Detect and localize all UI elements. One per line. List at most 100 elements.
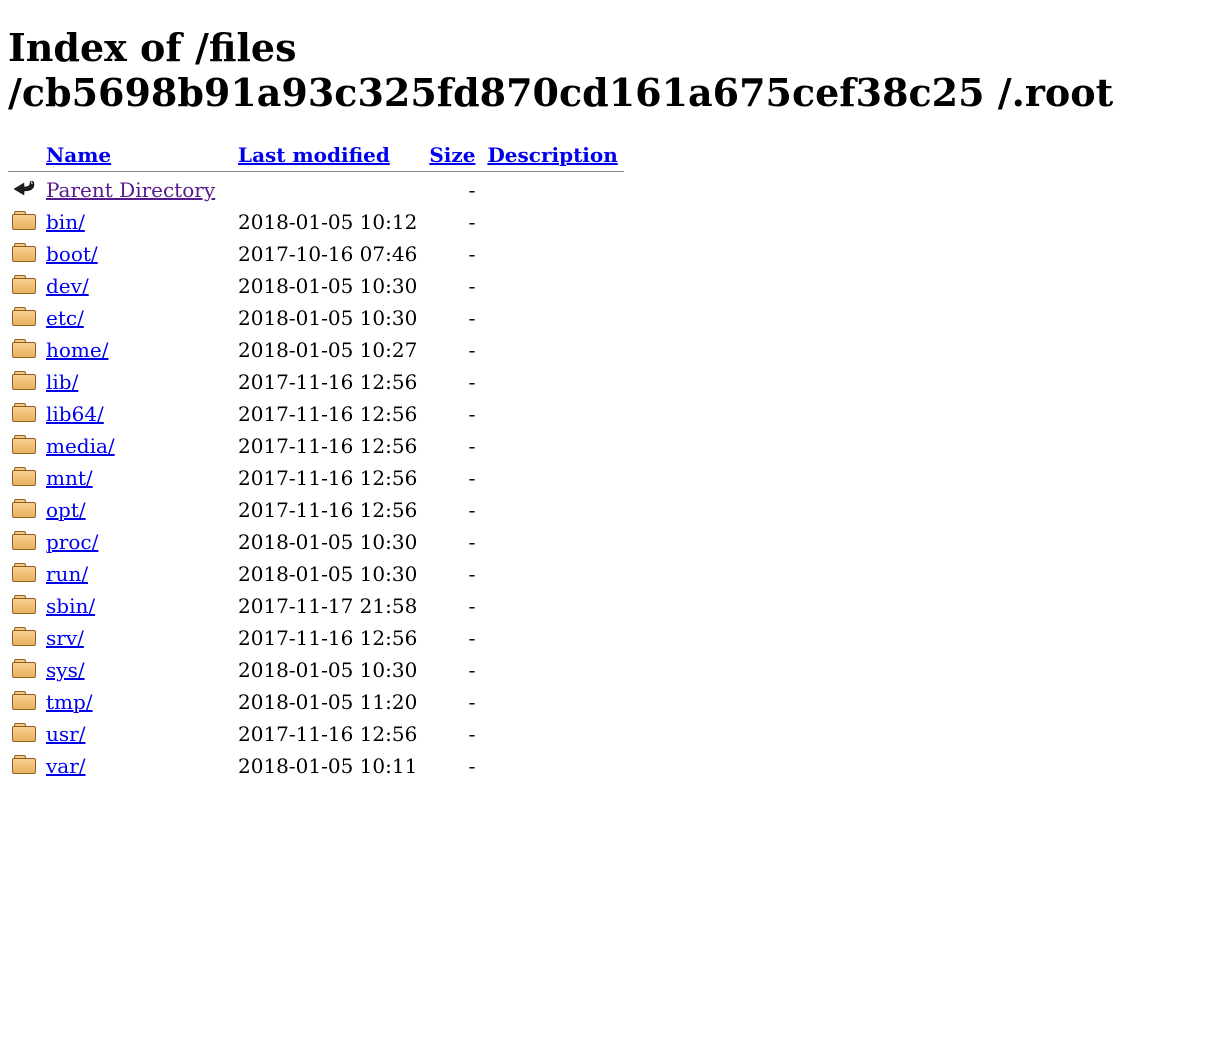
directory-link[interactable]: mnt/ <box>46 466 93 490</box>
directory-link[interactable]: var/ <box>46 754 86 778</box>
entry-icon-cell <box>8 654 40 686</box>
entry-icon-cell <box>8 206 40 238</box>
back-arrow-icon <box>12 177 36 197</box>
directory-link[interactable]: run/ <box>46 562 88 586</box>
entry-modified-cell: 2018-01-05 10:11 <box>232 750 423 782</box>
directory-link[interactable]: lib64/ <box>46 402 104 426</box>
entry-modified-cell: 2018-01-05 11:20 <box>232 686 423 718</box>
folder-icon <box>12 561 36 581</box>
entry-size-cell: - <box>423 558 481 590</box>
separator-line <box>8 171 624 172</box>
entry-modified-cell: 2017-11-17 21:58 <box>232 590 423 622</box>
directory-link[interactable]: srv/ <box>46 626 84 650</box>
entry-modified-cell: 2017-11-16 12:56 <box>232 622 423 654</box>
folder-icon <box>12 369 36 389</box>
directory-link[interactable]: tmp/ <box>46 690 93 714</box>
entry-modified-cell: 2017-11-16 12:56 <box>232 718 423 750</box>
entry-size-cell: - <box>423 526 481 558</box>
directory-link[interactable]: home/ <box>46 338 108 362</box>
entry-icon-cell <box>8 686 40 718</box>
directory-link[interactable]: usr/ <box>46 722 85 746</box>
entry-modified-cell: 2017-11-16 12:56 <box>232 462 423 494</box>
folder-icon <box>12 625 36 645</box>
table-row: sbin/2017-11-17 21:58- <box>8 590 624 622</box>
table-row: proc/2018-01-05 10:30- <box>8 526 624 558</box>
entry-desc-cell <box>481 302 623 334</box>
entry-desc-cell <box>481 686 623 718</box>
parent-size-cell: - <box>423 174 481 206</box>
entry-desc-cell <box>481 366 623 398</box>
directory-link[interactable]: bin/ <box>46 210 85 234</box>
folder-icon <box>12 465 36 485</box>
table-row: run/2018-01-05 10:30- <box>8 558 624 590</box>
entry-size-cell: - <box>423 366 481 398</box>
sort-by-name-link[interactable]: Name <box>46 143 111 167</box>
directory-listing-table: Name Last modified Size Description <box>8 141 624 782</box>
entry-modified-cell: 2018-01-05 10:30 <box>232 526 423 558</box>
entry-icon-cell <box>8 590 40 622</box>
entry-name-cell: run/ <box>40 558 232 590</box>
folder-icon <box>12 337 36 357</box>
table-row: media/2017-11-16 12:56- <box>8 430 624 462</box>
header-description: Description <box>481 141 623 169</box>
entry-name-cell: sbin/ <box>40 590 232 622</box>
sort-by-description-link[interactable]: Description <box>487 143 617 167</box>
entry-desc-cell <box>481 654 623 686</box>
entry-size-cell: - <box>423 302 481 334</box>
entry-modified-cell: 2018-01-05 10:27 <box>232 334 423 366</box>
parent-directory-link[interactable]: Parent Directory <box>46 178 215 202</box>
entry-desc-cell <box>481 398 623 430</box>
directory-link[interactable]: opt/ <box>46 498 86 522</box>
entry-icon-cell <box>8 398 40 430</box>
entry-size-cell: - <box>423 750 481 782</box>
directory-link[interactable]: lib/ <box>46 370 78 394</box>
directory-link[interactable]: sbin/ <box>46 594 95 618</box>
table-row: lib64/2017-11-16 12:56- <box>8 398 624 430</box>
folder-icon <box>12 753 36 773</box>
entry-name-cell: home/ <box>40 334 232 366</box>
table-row: lib/2017-11-16 12:56- <box>8 366 624 398</box>
directory-link[interactable]: media/ <box>46 434 115 458</box>
header-modified: Last modified <box>232 141 423 169</box>
directory-link[interactable]: etc/ <box>46 306 84 330</box>
parent-directory-row: Parent Directory - <box>8 174 624 206</box>
entry-name-cell: dev/ <box>40 270 232 302</box>
directory-link[interactable]: sys/ <box>46 658 85 682</box>
entry-icon-cell <box>8 622 40 654</box>
table-row: srv/2017-11-16 12:56- <box>8 622 624 654</box>
folder-icon <box>12 657 36 677</box>
entry-size-cell: - <box>423 494 481 526</box>
table-row: bin/2018-01-05 10:12- <box>8 206 624 238</box>
entry-name-cell: var/ <box>40 750 232 782</box>
entry-size-cell: - <box>423 590 481 622</box>
directory-link[interactable]: dev/ <box>46 274 89 298</box>
directory-link[interactable]: proc/ <box>46 530 98 554</box>
entry-size-cell: - <box>423 686 481 718</box>
table-header-row: Name Last modified Size Description <box>8 141 624 169</box>
folder-icon <box>12 401 36 421</box>
entry-modified-cell: 2018-01-05 10:12 <box>232 206 423 238</box>
folder-icon <box>12 593 36 613</box>
parent-desc-cell <box>481 174 623 206</box>
entry-modified-cell: 2018-01-05 10:30 <box>232 270 423 302</box>
entry-desc-cell <box>481 270 623 302</box>
entry-name-cell: opt/ <box>40 494 232 526</box>
sort-by-size-link[interactable]: Size <box>429 143 475 167</box>
entry-name-cell: proc/ <box>40 526 232 558</box>
entry-desc-cell <box>481 462 623 494</box>
entry-size-cell: - <box>423 334 481 366</box>
entry-size-cell: - <box>423 462 481 494</box>
table-row: tmp/2018-01-05 11:20- <box>8 686 624 718</box>
table-row: etc/2018-01-05 10:30- <box>8 302 624 334</box>
entry-size-cell: - <box>423 654 481 686</box>
entry-size-cell: - <box>423 430 481 462</box>
table-row: home/2018-01-05 10:27- <box>8 334 624 366</box>
sort-by-modified-link[interactable]: Last modified <box>238 143 390 167</box>
entry-icon-cell <box>8 334 40 366</box>
entry-modified-cell: 2017-11-16 12:56 <box>232 398 423 430</box>
directory-link[interactable]: boot/ <box>46 242 98 266</box>
entry-icon-cell <box>8 430 40 462</box>
header-size: Size <box>423 141 481 169</box>
entry-desc-cell <box>481 334 623 366</box>
folder-icon <box>12 433 36 453</box>
